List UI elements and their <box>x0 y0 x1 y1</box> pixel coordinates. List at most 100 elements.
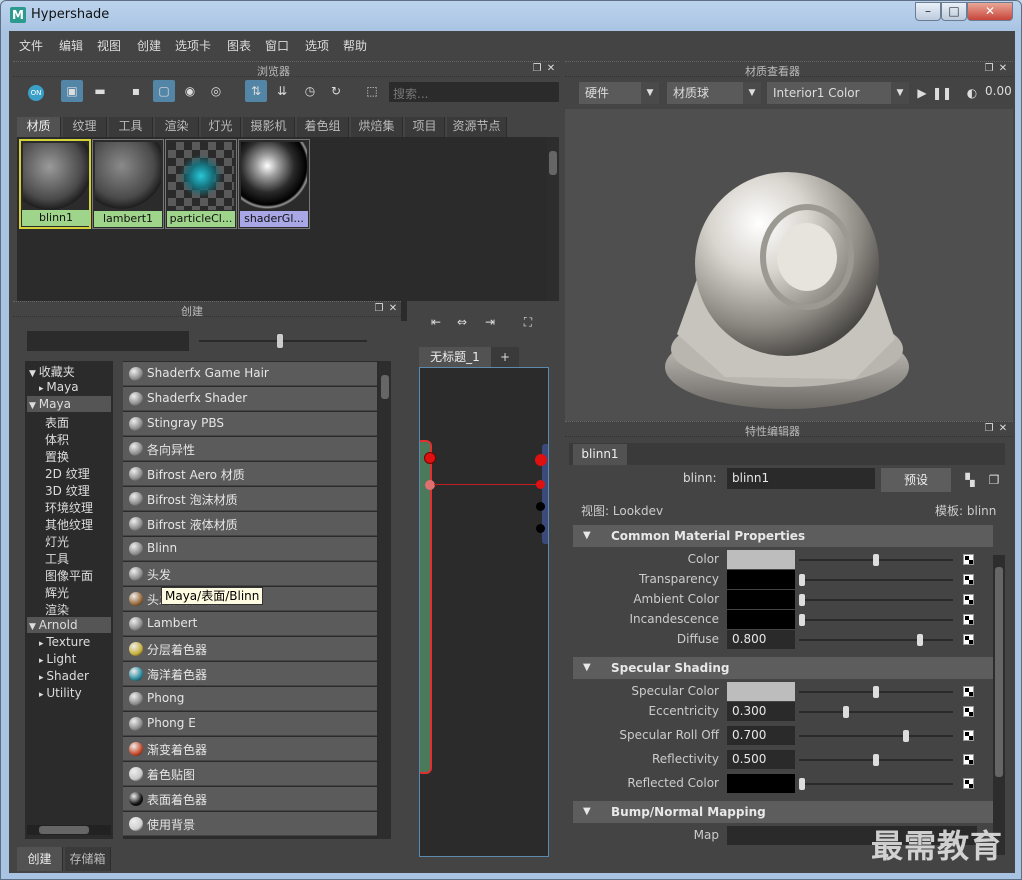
expand-arrow-icon[interactable]: ▼ <box>29 369 39 379</box>
bottom-tab[interactable]: 创建 <box>17 847 63 871</box>
collapse-arrow-icon[interactable]: ▼ <box>583 801 591 823</box>
map-button-icon[interactable] <box>963 594 974 605</box>
attr-slider-handle[interactable] <box>903 730 909 742</box>
value-field[interactable]: 0.300 <box>727 702 795 721</box>
graph-input-icon[interactable]: ⇤ <box>425 311 447 333</box>
value-field[interactable]: 0.500 <box>727 750 795 769</box>
menu-item[interactable]: 创建 <box>137 37 161 54</box>
icon-view-button[interactable]: ▣ <box>61 80 83 102</box>
tree-item[interactable]: 置换 <box>45 448 69 465</box>
tree-item[interactable]: ▸ Shader <box>39 669 89 683</box>
create-filter-input[interactable] <box>27 331 189 351</box>
browser-tab[interactable]: 渲染 <box>155 117 199 137</box>
node-list-item[interactable]: Bifrost 液体材质 <box>123 512 377 536</box>
list-scrollbar[interactable] <box>379 361 391 839</box>
tree-item[interactable]: 工具 <box>45 550 69 567</box>
node-port-red[interactable] <box>535 454 547 466</box>
map-button-icon[interactable] <box>963 574 974 585</box>
small-swatch-button[interactable]: ▪ <box>125 80 147 102</box>
attr-slider-handle[interactable] <box>873 686 879 698</box>
attr-slider-track[interactable] <box>799 711 953 713</box>
graph-frame-icon[interactable]: ⛶ <box>517 311 539 333</box>
attr-slider-handle[interactable] <box>917 634 923 646</box>
panel-close-icon[interactable]: ✕ <box>387 303 399 315</box>
tree-item[interactable]: 灯光 <box>45 533 69 550</box>
collapse-arrow-icon[interactable]: ▼ <box>583 525 591 547</box>
float-icon[interactable]: ❐ <box>983 63 995 75</box>
graph-tab[interactable]: 无标题_1 <box>419 347 491 367</box>
attr-tab-blinn1[interactable]: blinn1 <box>573 444 627 465</box>
panel-close-icon[interactable]: ✕ <box>545 63 557 75</box>
float-icon[interactable]: ❐ <box>983 423 995 435</box>
title-bar[interactable]: M Hypershade – □ ✕ <box>1 1 1021 29</box>
node-name-field[interactable]: blinn1 <box>727 468 875 489</box>
attr-slider-handle[interactable] <box>799 574 805 586</box>
menu-item[interactable]: 文件 <box>19 37 43 54</box>
attr-slider-handle[interactable] <box>873 754 879 766</box>
minimize-button[interactable]: – <box>915 2 941 21</box>
color-swatch[interactable] <box>727 774 795 793</box>
attr-slider-handle[interactable] <box>799 778 805 790</box>
preset-button[interactable]: 预设 <box>881 468 951 492</box>
material-swatch[interactable]: blinn1 <box>19 139 91 229</box>
node-list-item[interactable]: Blinn <box>123 537 377 561</box>
tree-item[interactable]: ▸ Utility <box>39 686 82 700</box>
browser-tab[interactable]: 烘焙集 <box>351 117 403 137</box>
geometry-dropdown[interactable]: 材质球 ▼ <box>667 82 761 104</box>
color-swatch[interactable] <box>727 570 795 589</box>
attr-scrollbar[interactable] <box>993 555 1005 855</box>
renderer-dropdown[interactable]: 硬件 ▼ <box>579 82 659 104</box>
tree-item[interactable]: ▸ Maya <box>39 380 79 394</box>
collapse-arrow-icon[interactable]: ▼ <box>583 657 591 679</box>
attr-slider-track[interactable] <box>799 619 953 621</box>
menu-item[interactable]: 图表 <box>227 37 251 54</box>
tree-item[interactable]: 表面 <box>45 414 69 431</box>
node-list-item[interactable]: 各向异性 <box>123 437 377 461</box>
exposure-icon[interactable]: ◐ <box>961 82 983 104</box>
tree-hscroll[interactable] <box>27 825 111 835</box>
attr-slider-handle[interactable] <box>799 614 805 626</box>
zoom-slider-handle[interactable] <box>277 334 283 348</box>
tree-item[interactable]: ▼ 收藏夹 <box>29 363 75 380</box>
tree-item[interactable]: ▸ Light <box>39 652 76 666</box>
close-button[interactable]: ✕ <box>967 2 1013 21</box>
section-bump-mapping[interactable]: ▼ Bump/Normal Mapping <box>573 801 993 823</box>
tree-item[interactable]: 3D 纹理 <box>45 482 90 499</box>
node-list-item[interactable]: 头发 <box>123 562 377 586</box>
node-list-item[interactable]: 分层着色器 <box>123 637 377 661</box>
attr-slider-track[interactable] <box>799 783 953 785</box>
viewer-canvas[interactable] <box>565 109 1013 435</box>
float-icon[interactable]: ❐ <box>531 63 543 75</box>
browser-tab[interactable]: 灯光 <box>201 117 241 137</box>
tree-item[interactable]: ▼ Maya <box>29 397 71 411</box>
node-list-item[interactable]: Phong <box>123 687 377 711</box>
node-list-item[interactable]: 渐变着色器 <box>123 737 377 761</box>
add-tab-button[interactable]: + <box>491 347 519 367</box>
browser-tab[interactable]: 着色组 <box>297 117 349 137</box>
material-node[interactable] <box>420 440 432 774</box>
map-button-icon[interactable] <box>963 754 974 765</box>
node-port-red[interactable] <box>536 480 545 489</box>
panel-close-icon[interactable]: ✕ <box>997 423 1009 435</box>
node-list-item[interactable]: Phong E <box>123 712 377 736</box>
zoom-slider-track[interactable] <box>199 340 367 342</box>
expand-arrow-icon[interactable]: ▼ <box>29 401 39 411</box>
sort-az-icon[interactable]: ⇅ <box>245 80 267 102</box>
refresh-icon[interactable]: ↻ <box>325 80 347 102</box>
maximize-button[interactable]: □ <box>941 2 967 21</box>
attr-slider-track[interactable] <box>799 735 953 737</box>
color-swatch[interactable] <box>727 610 795 629</box>
color-swatch[interactable] <box>727 550 795 569</box>
panel-close-icon[interactable]: ✕ <box>997 63 1009 75</box>
menu-item[interactable]: 帮助 <box>343 37 367 54</box>
section-common-material[interactable]: ▼ Common Material Properties <box>573 525 993 547</box>
menu-item[interactable]: 编辑 <box>59 37 83 54</box>
attr-slider-track[interactable] <box>799 599 953 601</box>
large-swatch-button[interactable]: ◉ <box>179 80 201 102</box>
tree-item[interactable]: 渲染 <box>45 601 69 618</box>
tree-item[interactable]: ▼ Arnold <box>29 618 78 632</box>
map-button-icon[interactable] <box>963 778 974 789</box>
material-swatch[interactable]: lambert1 <box>92 139 164 229</box>
attr-slider-handle[interactable] <box>843 706 849 718</box>
map-button-icon[interactable] <box>963 706 974 717</box>
